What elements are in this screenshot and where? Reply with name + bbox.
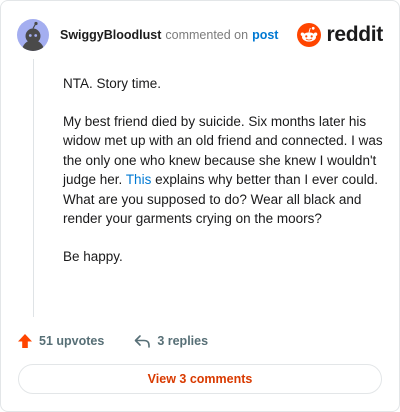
- this-link[interactable]: This: [126, 172, 152, 187]
- username[interactable]: SwiggyBloodlust: [60, 28, 161, 42]
- comment-meta: SwiggyBloodlust commented on post: [60, 28, 278, 42]
- reddit-logo-icon: [297, 23, 322, 47]
- replies-count: 3 replies: [157, 334, 209, 348]
- reddit-wordmark: reddit: [326, 23, 383, 46]
- comment-footer: 51 upvotes 3 replies: [17, 331, 208, 351]
- default-avatar-icon: [22, 21, 44, 51]
- thread-line: [33, 59, 34, 317]
- view-comments-button[interactable]: View 3 comments: [18, 364, 382, 394]
- comment-paragraph-3: Be happy.: [63, 248, 123, 264]
- post-link[interactable]: post: [252, 28, 278, 42]
- reddit-brand[interactable]: reddit: [297, 23, 383, 47]
- replies-button[interactable]: 3 replies: [134, 333, 208, 349]
- comment-paragraph-2: My best friend died by suicide. Six mont…: [63, 112, 385, 229]
- upvote-button[interactable]: 51 upvotes: [17, 333, 104, 349]
- action-text: commented on: [165, 28, 249, 42]
- upvote-arrow-icon: [18, 334, 32, 348]
- comment-header: SwiggyBloodlust commented on post reddit: [17, 17, 383, 53]
- comment-card: SwiggyBloodlust commented on post reddit…: [0, 0, 400, 412]
- upvote-count: 51 upvotes: [39, 334, 105, 348]
- comment-body: NTA. Story time. My best friend died by …: [63, 74, 385, 284]
- comment-paragraph-1: NTA. Story time.: [63, 76, 162, 91]
- user-avatar[interactable]: [17, 19, 49, 51]
- reply-icon: [135, 335, 151, 348]
